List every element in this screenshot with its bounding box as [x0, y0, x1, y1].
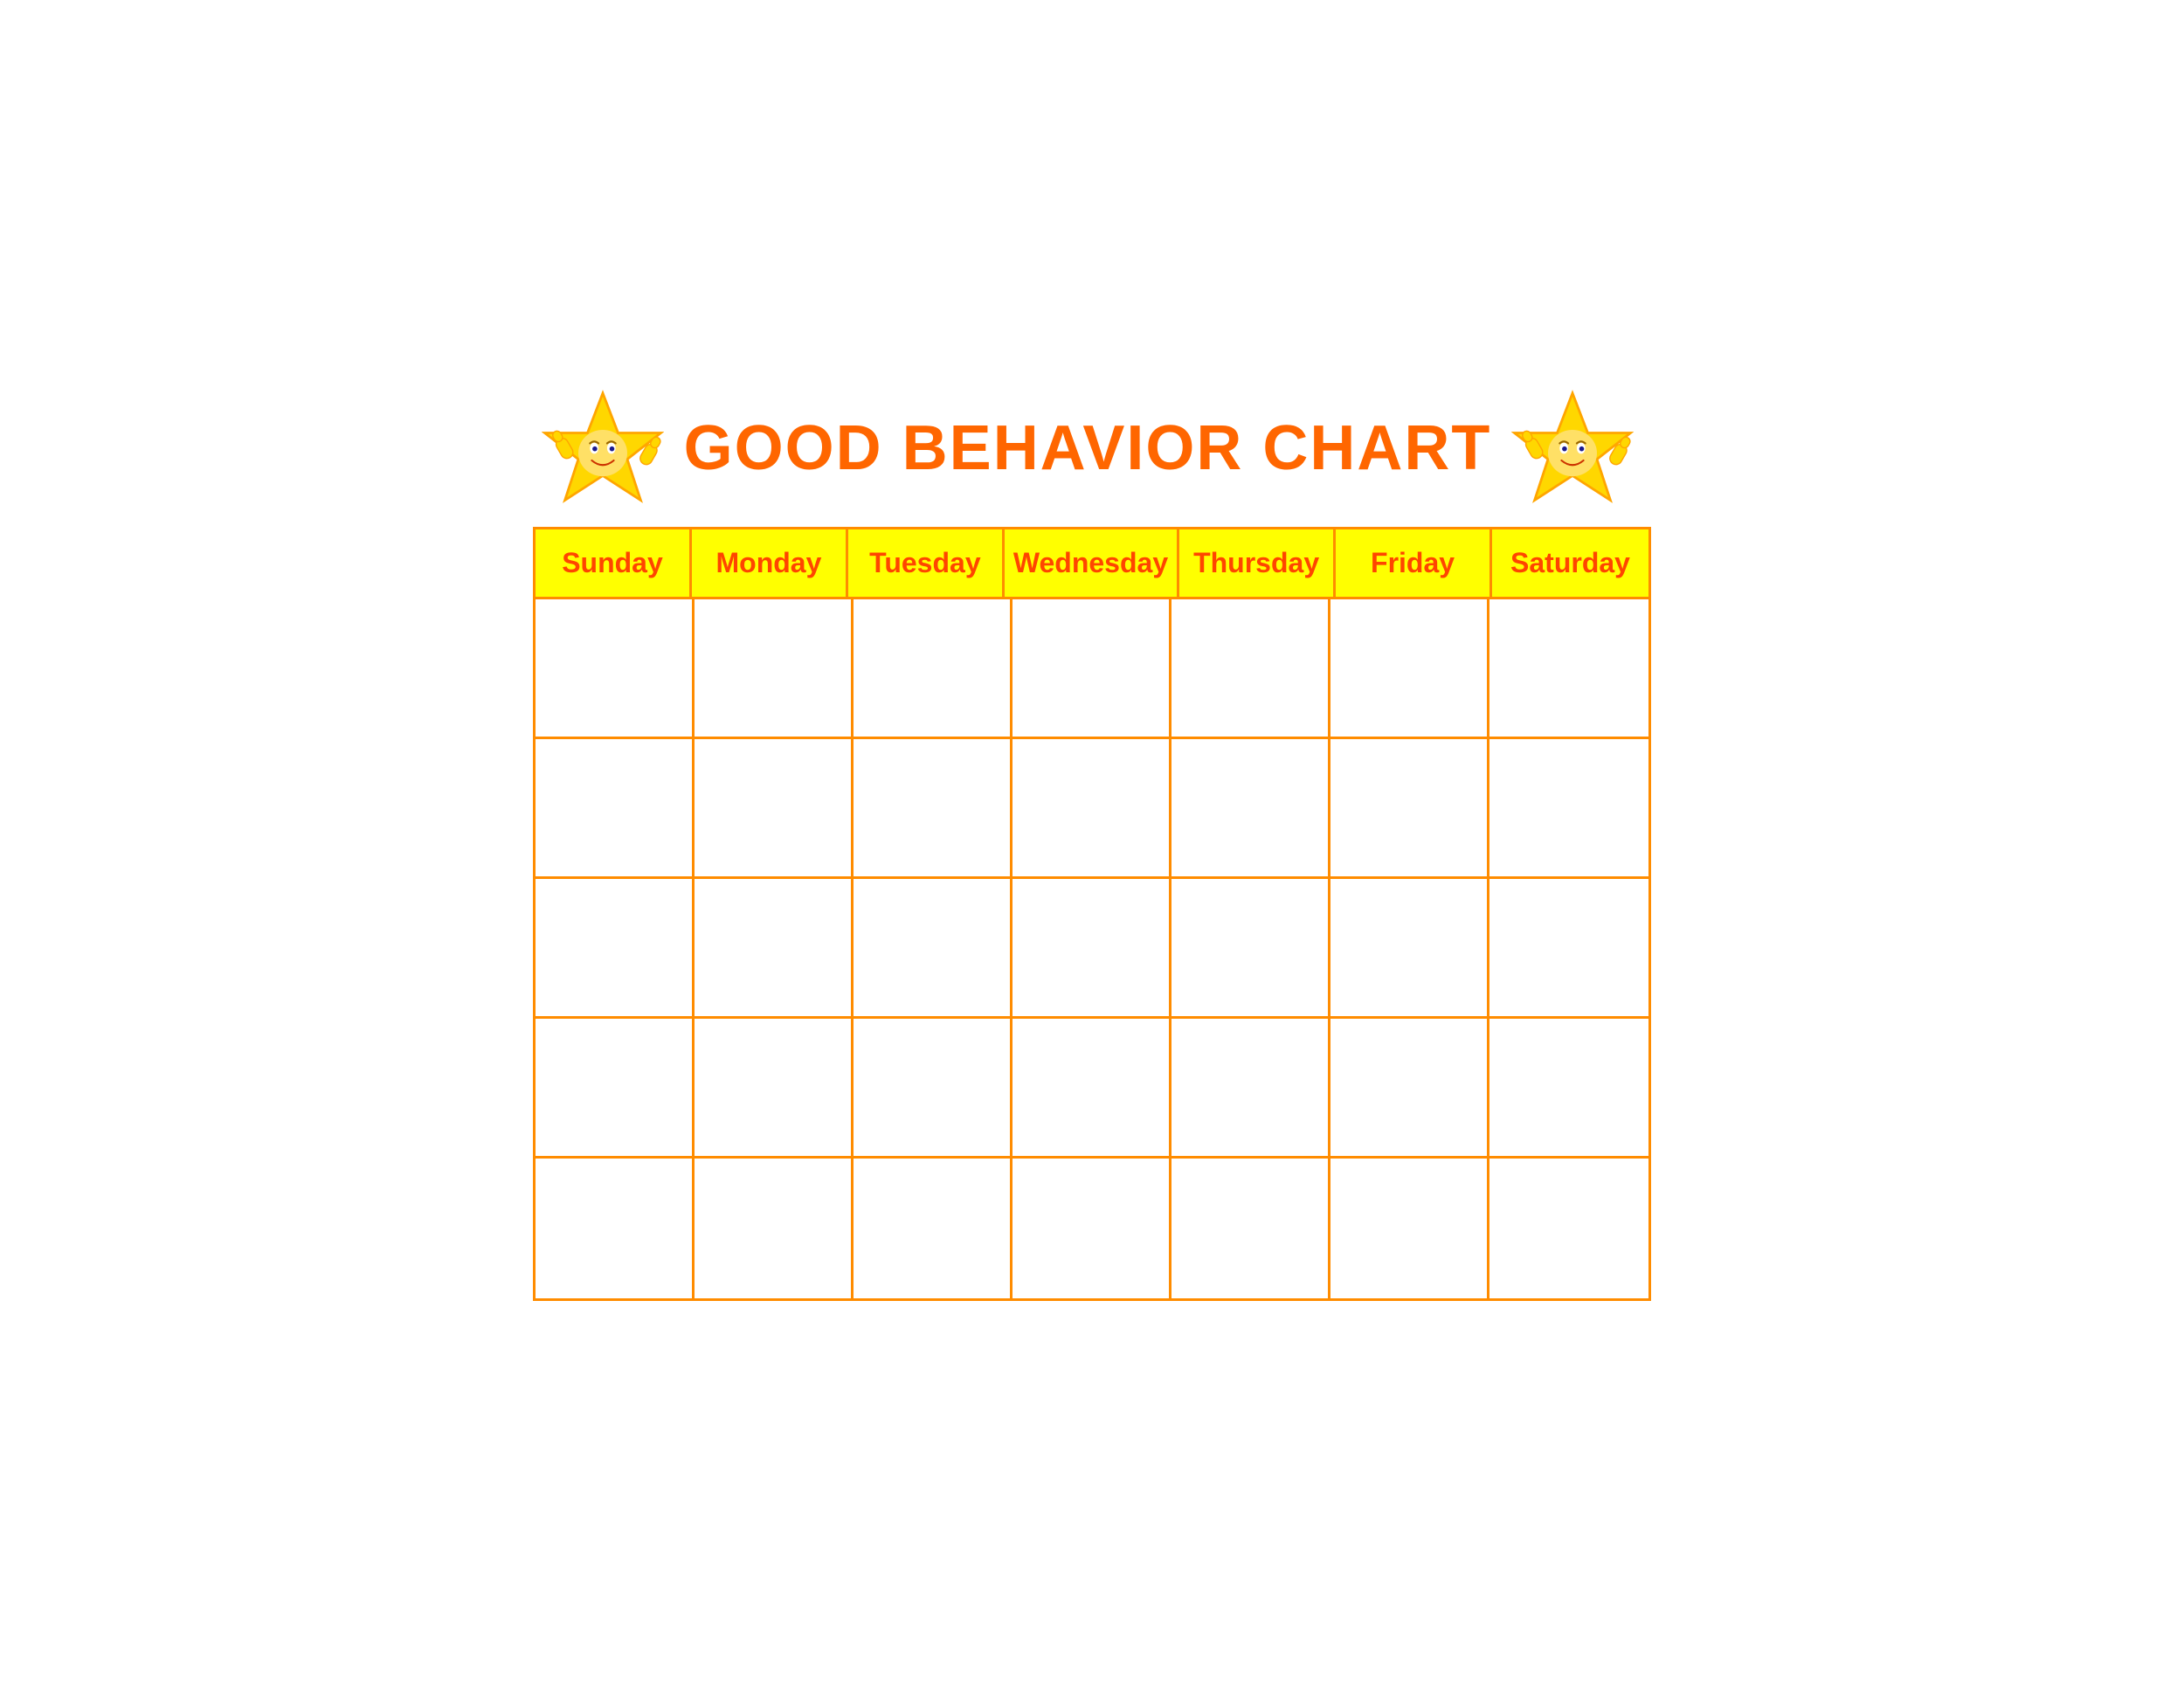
cell-row2-thu[interactable]	[1171, 739, 1330, 876]
cell-row3-mon[interactable]	[695, 879, 854, 1016]
cell-row4-tue[interactable]	[854, 1019, 1013, 1156]
table-row	[536, 599, 1648, 739]
cell-row1-sat[interactable]	[1489, 599, 1648, 737]
cell-row4-fri[interactable]	[1330, 1019, 1489, 1156]
cell-row5-fri[interactable]	[1330, 1159, 1489, 1298]
cell-row5-sun[interactable]	[536, 1159, 695, 1298]
cell-row5-wed[interactable]	[1013, 1159, 1171, 1298]
cell-row1-thu[interactable]	[1171, 599, 1330, 737]
cell-row2-tue[interactable]	[854, 739, 1013, 876]
table-row	[536, 1159, 1648, 1298]
cell-row1-tue[interactable]	[854, 599, 1013, 737]
cell-row2-sun[interactable]	[536, 739, 695, 876]
cell-row4-sat[interactable]	[1489, 1019, 1648, 1156]
behavior-chart: Sunday Monday Tuesday Wednesday Thursday…	[533, 527, 1651, 1301]
cell-row5-thu[interactable]	[1171, 1159, 1330, 1298]
header-sunday: Sunday	[536, 529, 692, 597]
grid-body	[536, 599, 1648, 1298]
table-row	[536, 879, 1648, 1019]
cell-row3-sun[interactable]	[536, 879, 695, 1016]
cell-row3-wed[interactable]	[1013, 879, 1171, 1016]
table-row	[536, 1019, 1648, 1159]
cell-row1-fri[interactable]	[1330, 599, 1489, 737]
header-saturday: Saturday	[1492, 529, 1648, 597]
cell-row1-wed[interactable]	[1013, 599, 1171, 737]
cell-row3-sat[interactable]	[1489, 879, 1648, 1016]
cell-row5-tue[interactable]	[854, 1159, 1013, 1298]
header-monday: Monday	[692, 529, 848, 597]
header-thursday: Thursday	[1179, 529, 1336, 597]
cell-row4-wed[interactable]	[1013, 1019, 1171, 1156]
right-star-icon	[1511, 387, 1634, 509]
table-row	[536, 739, 1648, 879]
cell-row4-sun[interactable]	[536, 1019, 695, 1156]
header: GOOD BEHAVIOR CHART	[524, 370, 1660, 527]
cell-row4-thu[interactable]	[1171, 1019, 1330, 1156]
cell-row2-sat[interactable]	[1489, 739, 1648, 876]
header-wednesday: Wednesday	[1005, 529, 1179, 597]
cell-row1-sun[interactable]	[536, 599, 695, 737]
days-header-row: Sunday Monday Tuesday Wednesday Thursday…	[536, 529, 1648, 599]
cell-row5-sat[interactable]	[1489, 1159, 1648, 1298]
cell-row2-wed[interactable]	[1013, 739, 1171, 876]
cell-row5-mon[interactable]	[695, 1159, 854, 1298]
cell-row2-fri[interactable]	[1330, 739, 1489, 876]
cell-row1-mon[interactable]	[695, 599, 854, 737]
cell-row3-fri[interactable]	[1330, 879, 1489, 1016]
cell-row2-mon[interactable]	[695, 739, 854, 876]
cell-row4-mon[interactable]	[695, 1019, 854, 1156]
left-star-icon	[542, 387, 664, 509]
header-friday: Friday	[1336, 529, 1492, 597]
header-tuesday: Tuesday	[848, 529, 1005, 597]
cell-row3-tue[interactable]	[854, 879, 1013, 1016]
cell-row3-thu[interactable]	[1171, 879, 1330, 1016]
page-title: GOOD BEHAVIOR CHART	[664, 412, 1511, 484]
page-container: GOOD BEHAVIOR CHART	[524, 370, 1660, 1318]
